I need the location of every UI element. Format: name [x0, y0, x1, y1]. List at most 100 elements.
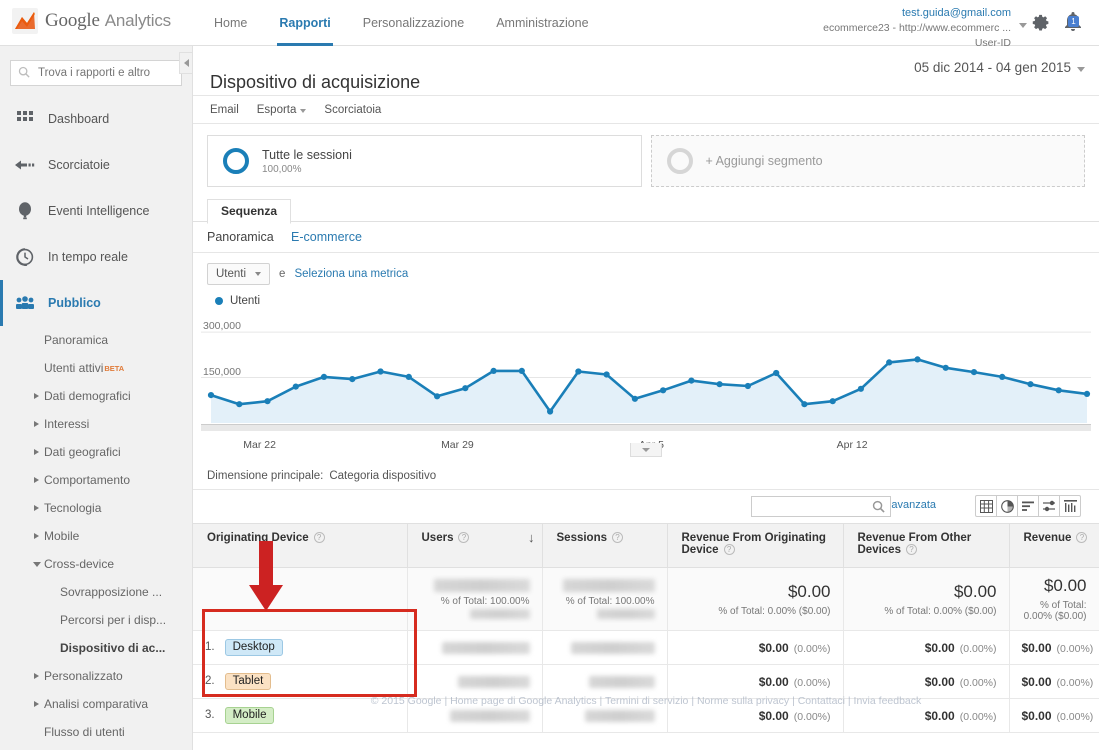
performance-view-icon[interactable] — [1017, 495, 1039, 517]
revenue-percent: (0.00%) — [1056, 642, 1094, 655]
timeline-chart[interactable]: 300,000 150,000 Mar 22 Mar 29 Apr 5 Apr … — [201, 313, 1091, 457]
intelligence-balloon-icon — [14, 200, 36, 222]
add-segment-button[interactable]: + Aggiungi segmento — [650, 135, 1085, 187]
date-range-picker[interactable]: 05 dic 2014 - 04 gen 2015 — [914, 60, 1085, 75]
select-metric-link[interactable]: Seleziona una metrica — [294, 268, 408, 280]
device-pill-mobile[interactable]: Mobile — [224, 707, 275, 724]
summary-cell-sessions: % of Total: 100.00% — [542, 567, 668, 631]
sidebar-item-mobile[interactable]: Mobile — [0, 522, 192, 550]
search-input[interactable] — [36, 66, 174, 80]
sidebar-collapse-toggle[interactable] — [179, 52, 192, 74]
sidebar-item-cross-device[interactable]: Cross-device — [0, 550, 192, 578]
google-analytics-logo[interactable]: Google Analytics — [12, 8, 171, 34]
chevron-right-icon — [34, 421, 39, 427]
gear-icon[interactable] — [1029, 12, 1051, 34]
redacted-value — [588, 676, 655, 689]
account-switcher[interactable]: test.guida@gmail.com ecommerce23 - http:… — [823, 7, 1027, 49]
top-nav-personalizzazione[interactable]: Personalizzazione — [347, 0, 480, 46]
tab-ecommerce[interactable]: E-commerce — [291, 230, 362, 244]
export-button[interactable]: Esporta — [257, 104, 307, 116]
sidebar-item-tecnologia[interactable]: Tecnologia — [0, 494, 192, 522]
top-nav: Home Rapporti Personalizzazione Amminist… — [198, 0, 605, 46]
pivot-view-icon[interactable] — [1059, 495, 1081, 517]
sidebar-item-pubblico[interactable]: Pubblico — [0, 280, 192, 326]
chart-expand-toggle[interactable] — [630, 443, 662, 457]
help-icon[interactable]: ? — [905, 544, 917, 555]
sidebar-item-interessi[interactable]: Interessi — [0, 410, 192, 438]
revenue-percent: (0.00%) — [1056, 676, 1094, 689]
revenue-value: $0.00 — [924, 674, 955, 689]
brand-product: Analytics — [104, 11, 171, 30]
sidebar-item-sovrapposizione[interactable]: Sovrapposizione ... — [0, 578, 192, 606]
sidebar-sub-nav: Panoramica Utenti attivi BETA Dati demogr… — [0, 326, 192, 746]
sidebar-search[interactable] — [10, 60, 182, 86]
sidebar-item-utenti-attivi[interactable]: Utenti attivi BETA — [0, 354, 192, 382]
sidebar-item-dati-geografici[interactable]: Dati geografici — [0, 438, 192, 466]
device-pill-tablet[interactable]: Tablet — [224, 673, 272, 690]
chevron-left-icon — [184, 59, 189, 67]
top-nav-rapporti[interactable]: Rapporti — [263, 0, 346, 46]
segment-ring-empty-icon — [666, 148, 693, 174]
help-icon[interactable]: ? — [313, 532, 325, 543]
sidebar-item-flusso-di-utenti[interactable]: Flusso di utenti — [0, 718, 192, 746]
table-row[interactable]: 2. Tablet $0.00 (0.00%) $0.00 (0.00%) $0.00… — [193, 664, 1099, 699]
sidebar-item-analisi-comparativa[interactable]: Analisi comparativa — [0, 690, 192, 718]
shortcut-button[interactable]: Scorciatoia — [324, 104, 381, 116]
help-icon[interactable]: ? — [458, 532, 470, 543]
table-view-icon[interactable] — [975, 495, 997, 517]
email-button[interactable]: Email — [210, 104, 239, 116]
sidebar-item-in-tempo-reale[interactable]: In tempo reale — [0, 234, 192, 280]
dimension-value[interactable]: Categoria dispositivo — [329, 470, 436, 482]
tab-panoramica[interactable]: Panoramica — [207, 230, 274, 244]
pie-chart-view-icon[interactable] — [996, 495, 1018, 517]
table-summary-row: % of Total: 100.00% % of Total: 100.00% … — [193, 567, 1099, 631]
advanced-filter-link[interactable]: avanzata — [891, 499, 936, 511]
table-search-input[interactable] — [751, 496, 891, 517]
sidebar-sub-label: Flusso di utenti — [44, 725, 125, 739]
redacted-value — [457, 676, 530, 689]
chevron-down-icon — [300, 108, 307, 113]
shortcut-arrow-icon — [14, 154, 36, 176]
revenue-percent: (0.00%) — [793, 710, 831, 723]
top-nav-amministrazione[interactable]: Amministrazione — [480, 0, 604, 46]
sidebar-item-dati-demografici[interactable]: Dati demografici — [0, 382, 192, 410]
chart-svg — [201, 331, 1091, 423]
segment-all-sessions[interactable]: Tutte le sessioni 100,00% — [207, 135, 642, 187]
sidebar-item-comportamento[interactable]: Comportamento — [0, 466, 192, 494]
revenue-value: $0.00 — [924, 708, 955, 723]
sidebar-item-dashboard[interactable]: Dashboard — [0, 96, 192, 142]
help-icon[interactable]: ? — [1076, 532, 1088, 543]
column-header-revenue[interactable]: Revenue? — [1009, 523, 1099, 568]
comparison-view-icon[interactable] — [1038, 495, 1060, 517]
y-axis-tick-top: 300,000 — [203, 320, 241, 333]
column-header-revenue-from-other-devices[interactable]: Revenue From Other Devices? — [843, 523, 1010, 568]
chevron-right-icon — [34, 449, 39, 455]
sidebar-item-eventi-intelligence[interactable]: Eventi Intelligence — [0, 188, 192, 234]
device-pill-desktop[interactable]: Desktop — [224, 639, 283, 656]
sidebar-item-personalizzato[interactable]: Personalizzato — [0, 662, 192, 690]
cell-sessions — [542, 630, 668, 665]
tab-sequenza[interactable]: Sequenza — [207, 199, 292, 224]
sidebar-item-percorsi-dispositivi[interactable]: Percorsi per i disp... — [0, 606, 192, 634]
column-header-sessions[interactable]: Sessions? — [542, 523, 668, 568]
sidebar-item-scorciatoie[interactable]: Scorciatoie — [0, 142, 192, 188]
sidebar-sub-label: Personalizzato — [44, 669, 123, 683]
top-nav-home[interactable]: Home — [198, 0, 263, 46]
help-icon[interactable]: ? — [612, 532, 623, 543]
cell-device: 2. Tablet — [193, 664, 408, 699]
summary-cell-label — [193, 567, 408, 631]
brand-text: Google Analytics — [45, 10, 171, 32]
column-header-originating-device[interactable]: Originating Device? — [193, 523, 408, 568]
notifications-bell[interactable]: 1 — [1061, 10, 1087, 36]
search-icon[interactable] — [872, 500, 885, 516]
table-row[interactable]: 1. Desktop $0.00 (0.00%) $0.00 (0.00%) $0.0… — [193, 630, 1099, 665]
help-icon[interactable]: ? — [723, 544, 735, 555]
column-header-revenue-from-originating-device[interactable]: Revenue From Originating Device? — [667, 523, 844, 568]
column-header-users[interactable]: ↓ Users? — [407, 523, 543, 568]
metric-select[interactable]: Utenti — [207, 263, 271, 285]
sidebar-item-panoramica[interactable]: Panoramica — [0, 326, 192, 354]
page-title: Dispositivo di acquisizione — [210, 72, 421, 93]
x-axis-tick-label: Apr 12 — [836, 439, 868, 451]
analytics-logo-icon — [12, 8, 38, 34]
sidebar-item-dispositivo-acquisizione[interactable]: Dispositivo di ac... — [0, 634, 192, 662]
